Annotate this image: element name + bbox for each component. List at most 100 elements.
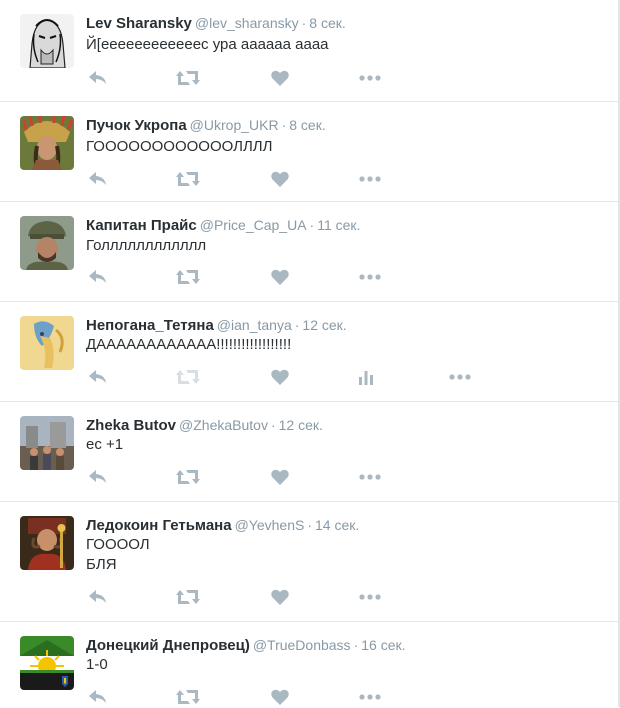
timestamp[interactable]: 11 сек.	[317, 217, 360, 233]
user-handle[interactable]: @ZhekaButov	[179, 417, 268, 433]
user-fullname[interactable]: Zheka Butov	[86, 417, 176, 434]
reply-icon	[89, 172, 106, 185]
reply-button[interactable]	[86, 586, 110, 608]
tweet-header: Донецкий Днепровец) @TrueDonbass · 16 сек.	[86, 635, 406, 656]
tweet-text-line: ес +1	[86, 436, 124, 453]
more-button[interactable]	[448, 366, 472, 388]
user-handle[interactable]: @YevhenS	[235, 517, 305, 533]
avatar[interactable]	[20, 416, 74, 470]
reply-button[interactable]	[86, 466, 110, 488]
tweet[interactable]: Lev Sharansky @lev_sharansky · 8 сек. Й[еее…	[0, 0, 618, 102]
tweet-text-line: ДАААААААААААА!!!!!!!!!!!!!!!!!!	[86, 336, 292, 353]
more-icon	[359, 75, 381, 81]
tweet[interactable]: Капитан Прайс @Price_Cap_UA · 11 сек. Голлл…	[0, 202, 618, 302]
more-button[interactable]	[358, 168, 382, 190]
timestamp[interactable]: 8 сек.	[309, 15, 345, 31]
retweet-button[interactable]	[176, 168, 200, 190]
like-icon	[271, 269, 289, 285]
more-button[interactable]	[358, 266, 382, 288]
like-button[interactable]	[268, 586, 292, 608]
tweet-header: Непогана_Тетяна @ian_tanya · 12 сек.	[86, 315, 347, 336]
timestamp[interactable]: 12 сек.	[279, 417, 323, 433]
tweet-text: Й[еееееееееееес ура аааааа аааа	[86, 35, 329, 55]
timestamp[interactable]: 12 сек.	[302, 317, 346, 333]
user-handle[interactable]: @lev_sharansky	[195, 15, 299, 31]
user-fullname[interactable]: Капитан Прайс	[86, 217, 197, 234]
tweet[interactable]: Zheka Butov @ZhekaButov · 12 сек. ес +1	[0, 402, 618, 502]
like-button[interactable]	[268, 266, 292, 288]
avatar[interactable]	[20, 216, 74, 270]
more-button[interactable]	[358, 466, 382, 488]
reply-button[interactable]	[86, 168, 110, 190]
user-handle[interactable]: @Price_Cap_UA	[200, 217, 307, 233]
reply-button[interactable]	[86, 266, 110, 288]
avatar[interactable]	[20, 636, 74, 690]
tweet[interactable]: Непогана_Тетяна @ian_tanya · 12 сек. ДААААА…	[0, 302, 618, 402]
retweet-button[interactable]	[176, 586, 200, 608]
retweet-button[interactable]	[176, 466, 200, 488]
like-button[interactable]	[268, 366, 292, 388]
retweet-button[interactable]	[176, 67, 200, 89]
tweet[interactable]: Пучок Укропа @Ukrop_UKR · 8 сек. ГООООООООО…	[0, 102, 618, 202]
tweet-header: Капитан Прайс @Price_Cap_UA · 11 сек.	[86, 215, 360, 236]
reply-button[interactable]	[86, 366, 110, 388]
tweet-text: 1-0	[86, 655, 108, 675]
more-icon	[359, 594, 381, 600]
like-button[interactable]	[268, 686, 292, 708]
reply-button[interactable]	[86, 686, 110, 708]
timestamp[interactable]: 14 сек.	[315, 517, 359, 533]
tweet-actions	[86, 586, 606, 608]
tweet-actions	[86, 686, 606, 708]
like-button[interactable]	[268, 168, 292, 190]
retweet-icon	[176, 71, 200, 85]
more-button[interactable]	[358, 586, 382, 608]
like-icon	[271, 70, 289, 86]
user-handle[interactable]: @TrueDonbass	[253, 637, 351, 653]
retweet-button[interactable]	[176, 366, 200, 388]
reply-icon	[89, 590, 106, 603]
avatar[interactable]	[20, 316, 74, 370]
tweet-text: ес +1	[86, 435, 123, 455]
retweet-icon	[176, 690, 200, 704]
tweet-text: Голллллллллллл	[86, 236, 206, 256]
user-fullname[interactable]: Ледокоин Гетьмана	[86, 517, 232, 534]
more-icon	[359, 274, 381, 280]
tweet-actions	[86, 266, 606, 288]
reply-icon	[89, 270, 106, 283]
like-icon	[271, 369, 289, 385]
like-icon	[271, 589, 289, 605]
timestamp[interactable]: 8 сек.	[289, 117, 325, 133]
retweet-icon	[176, 470, 200, 484]
user-fullname[interactable]: Lev Sharansky	[86, 15, 192, 32]
tweet-text: ДАААААААААААА!!!!!!!!!!!!!!!!!!	[86, 335, 291, 355]
separator-dot: ·	[301, 15, 307, 31]
more-icon	[359, 694, 381, 700]
tweet[interactable]: Ледокоин Гетьмана @YevhenS · 14 сек. ГООООЛ…	[0, 502, 618, 622]
reply-icon	[89, 71, 106, 84]
retweet-button[interactable]	[176, 686, 200, 708]
like-button[interactable]	[268, 466, 292, 488]
tweet[interactable]: Донецкий Днепровец) @TrueDonbass · 16 сек. …	[0, 622, 618, 707]
more-icon	[359, 176, 381, 182]
avatar[interactable]	[20, 14, 74, 68]
avatar[interactable]	[20, 516, 74, 570]
user-fullname[interactable]: Непогана_Тетяна	[86, 317, 214, 334]
retweet-icon	[176, 370, 200, 384]
like-icon	[271, 469, 289, 485]
user-fullname[interactable]: Пучок Укропа	[86, 117, 187, 134]
more-button[interactable]	[358, 67, 382, 89]
reply-button[interactable]	[86, 67, 110, 89]
like-button[interactable]	[268, 67, 292, 89]
tweet-header: Zheka Butov @ZhekaButov · 12 сек.	[86, 415, 323, 436]
tweet-text-line: ГООООООООООООЛЛЛЛ	[86, 138, 273, 155]
avatar[interactable]	[20, 116, 74, 170]
analytics-button[interactable]	[354, 366, 378, 388]
user-fullname[interactable]: Донецкий Днепровец)	[86, 637, 250, 654]
retweet-icon	[176, 590, 200, 604]
user-handle[interactable]: @Ukrop_UKR	[190, 117, 279, 133]
more-button[interactable]	[358, 686, 382, 708]
user-handle[interactable]: @ian_tanya	[217, 317, 292, 333]
separator-dot: ·	[270, 417, 276, 433]
retweet-button[interactable]	[176, 266, 200, 288]
timestamp[interactable]: 16 сек.	[361, 637, 405, 653]
